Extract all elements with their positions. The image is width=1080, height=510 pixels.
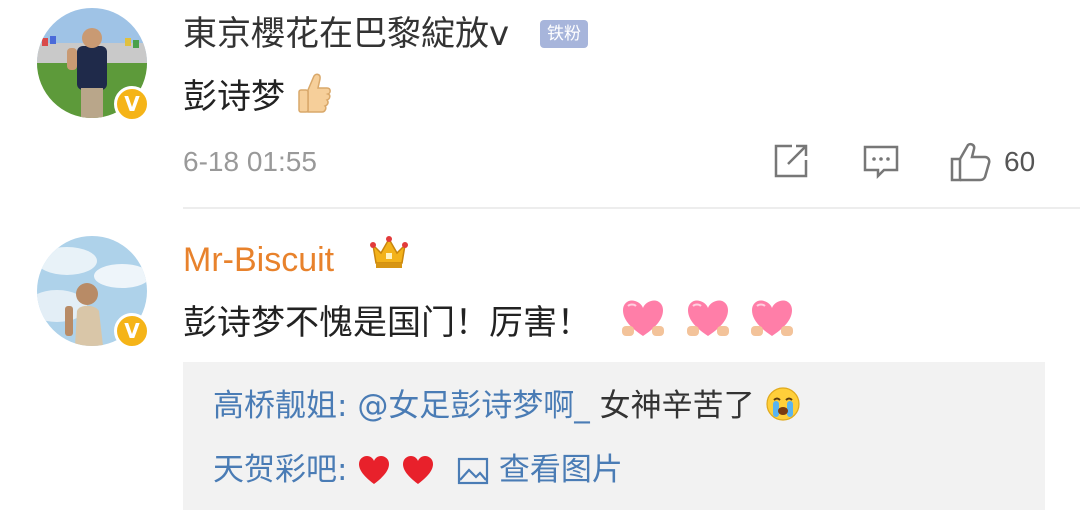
comment-text: 彭诗梦不愧是国门！厉害！ (183, 296, 795, 351)
comment-text-body: 彭诗梦 (183, 77, 285, 117)
reply-username[interactable]: 高桥靓姐: (213, 388, 347, 424)
comment-username[interactable]: 東京櫻花在巴黎綻放v (183, 14, 509, 54)
reply-item[interactable]: 天贺彩吧: 查看图片 (213, 450, 623, 496)
thumbs-up-outline-icon (950, 142, 991, 182)
share-icon (774, 144, 808, 178)
view-image-link[interactable]: 查看图片 (457, 452, 623, 488)
crown-badge-icon (369, 235, 409, 271)
thumbs-up-icon (296, 72, 332, 125)
reply-mention[interactable]: @女足彭诗梦啊_ (357, 388, 590, 424)
comment-divider (183, 207, 1080, 209)
verified-badge: V (114, 313, 150, 349)
like-button[interactable] (948, 142, 992, 186)
comment-text: 彭诗梦 (183, 72, 332, 125)
red-heart-icon (401, 454, 435, 496)
share-button[interactable] (772, 142, 810, 184)
reply-button[interactable] (862, 142, 900, 184)
reply-list[interactable]: 高桥靓姐: @女足彭诗梦啊_ 女神辛苦了 天贺彩吧: 查看图片 (183, 362, 1045, 510)
verified-badge: V (114, 86, 150, 122)
comment-item: V Mr-Biscuit 彭诗梦不愧是国门！厉害！ 高桥靓姐: @女足彭诗梦啊_… (0, 210, 1080, 510)
view-image-label: 查看图片 (498, 452, 623, 488)
heart-hands-icon (685, 296, 731, 351)
crying-face-icon (765, 386, 801, 432)
comment-timestamp: 6-18 01:55 (183, 146, 317, 177)
red-heart-icon (357, 454, 391, 496)
reply-text: 女神辛苦了 (599, 388, 755, 424)
comment-username[interactable]: Mr-Biscuit (183, 240, 334, 280)
like-count: 60 (1004, 146, 1036, 177)
comment-item: V 東京櫻花在巴黎綻放v 铁粉 彭诗梦 6-18 01:55 60 (0, 0, 1080, 208)
comment-text-body: 彭诗梦不愧是国门！厉害！ (183, 303, 591, 343)
reply-item[interactable]: 高桥靓姐: @女足彭诗梦啊_ 女神辛苦了 (213, 386, 801, 432)
comment-icon (863, 145, 899, 180)
image-icon (457, 456, 489, 496)
heart-hands-icon (620, 296, 666, 351)
fan-badge: 铁粉 (540, 20, 588, 48)
heart-hands-icon (749, 296, 795, 351)
reply-username[interactable]: 天贺彩吧: (213, 452, 347, 488)
